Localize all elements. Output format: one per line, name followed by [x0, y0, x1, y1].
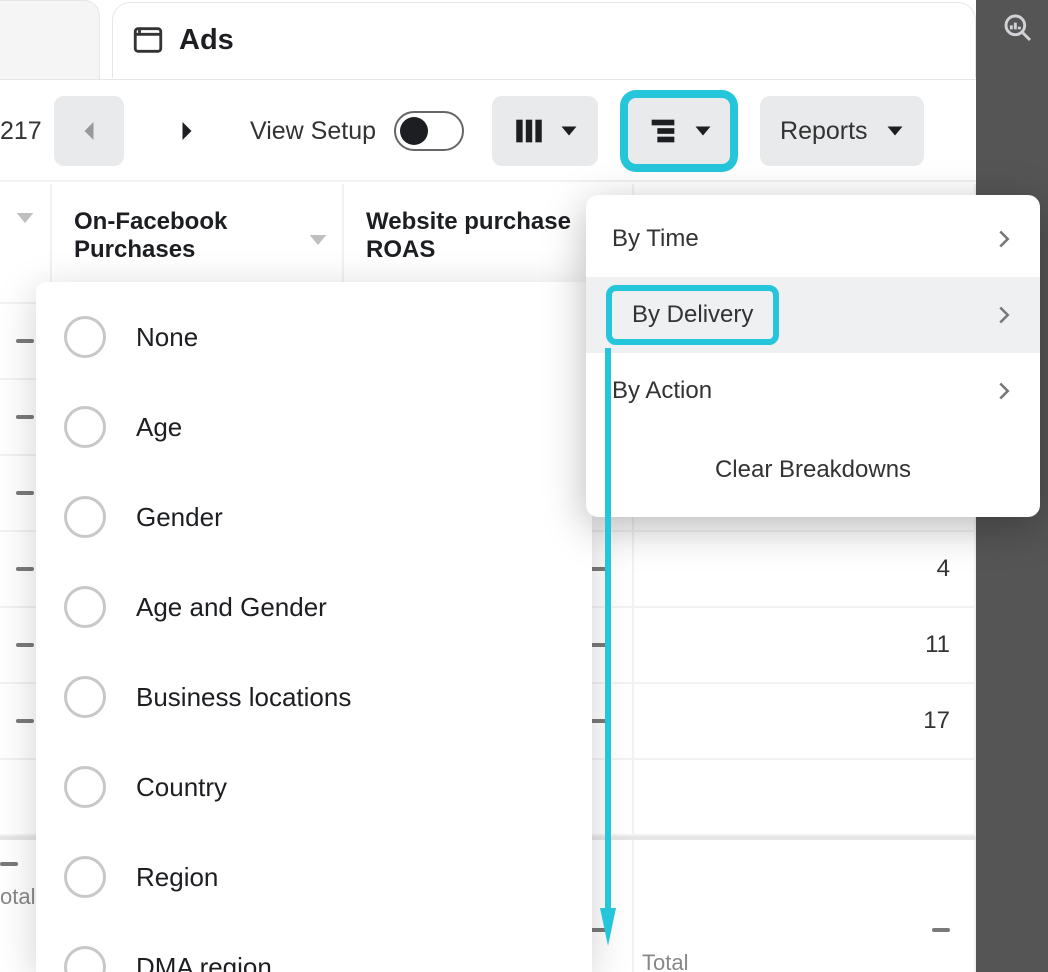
caret-down-icon [560, 122, 578, 140]
radio-icon [64, 676, 106, 718]
radio-icon [64, 946, 106, 972]
bd-item-by-delivery[interactable]: By Delivery [586, 277, 1040, 353]
filter-option-business-locations[interactable]: Business locations [36, 652, 592, 742]
view-setup-toggle[interactable]: View Setup [250, 111, 464, 151]
radio-icon [64, 316, 106, 358]
filter-option-country[interactable]: Country [36, 742, 592, 832]
reports-label: Reports [780, 117, 868, 146]
bd-clear-breakdowns[interactable]: Clear Breakdowns [586, 429, 1040, 511]
caret-down-icon [886, 122, 904, 140]
radio-icon [64, 856, 106, 898]
chevron-right-icon [994, 381, 1014, 401]
radio-icon [64, 496, 106, 538]
chevron-right-icon [994, 305, 1014, 325]
toolbar: 217 View Setup Reports [0, 82, 976, 182]
selection-count-fragment: 217 [0, 117, 44, 146]
toggle-switch[interactable] [394, 111, 464, 151]
columns-button[interactable] [492, 96, 598, 166]
columns-icon [512, 114, 546, 148]
summary-label-left: otal [0, 884, 35, 910]
caret-down-icon [694, 122, 712, 140]
radio-icon [64, 766, 106, 808]
ad-icon [131, 23, 165, 57]
filter-option-age[interactable]: Age [36, 382, 592, 472]
view-setup-label: View Setup [250, 117, 376, 146]
filter-option-dma-region[interactable]: DMA region [36, 922, 592, 972]
next-button[interactable] [152, 96, 222, 166]
summary-label-right: Total [642, 950, 688, 972]
cell-value: 11 [634, 608, 976, 682]
radio-icon [64, 586, 106, 628]
tab-bar: Ads [0, 0, 976, 80]
prev-button[interactable] [54, 96, 124, 166]
cell-value: 4 [634, 532, 976, 606]
caret-down-icon [15, 208, 35, 228]
tab-ads[interactable]: Ads [112, 2, 976, 78]
reports-button[interactable]: Reports [760, 96, 924, 166]
caret-left-icon [80, 119, 98, 143]
filter-option-gender[interactable]: Gender [36, 472, 592, 562]
breakdown-button[interactable] [626, 96, 732, 166]
caret-down-icon [308, 230, 328, 250]
bd-item-by-action[interactable]: By Action [586, 353, 1040, 429]
chevron-right-icon [994, 229, 1014, 249]
cell-value [634, 760, 976, 834]
breakdown-popover: By Time By Delivery By Action Clear Brea… [586, 195, 1040, 517]
filter-option-region[interactable]: Region [36, 832, 592, 922]
filter-option-age-and-gender[interactable]: Age and Gender [36, 562, 592, 652]
insights-magnifier-icon[interactable] [998, 8, 1038, 48]
radio-icon [64, 406, 106, 448]
breakdown-icon [646, 114, 680, 148]
previous-tab-edge[interactable] [0, 0, 100, 80]
delivery-breakdown-panel: None Age Gender Age and Gender Business … [36, 282, 592, 972]
filter-option-none[interactable]: None [36, 292, 592, 382]
bd-item-by-time[interactable]: By Time [586, 201, 1040, 277]
caret-right-icon [178, 119, 196, 143]
cell-value: 17 [634, 684, 976, 758]
tab-label: Ads [179, 24, 234, 57]
